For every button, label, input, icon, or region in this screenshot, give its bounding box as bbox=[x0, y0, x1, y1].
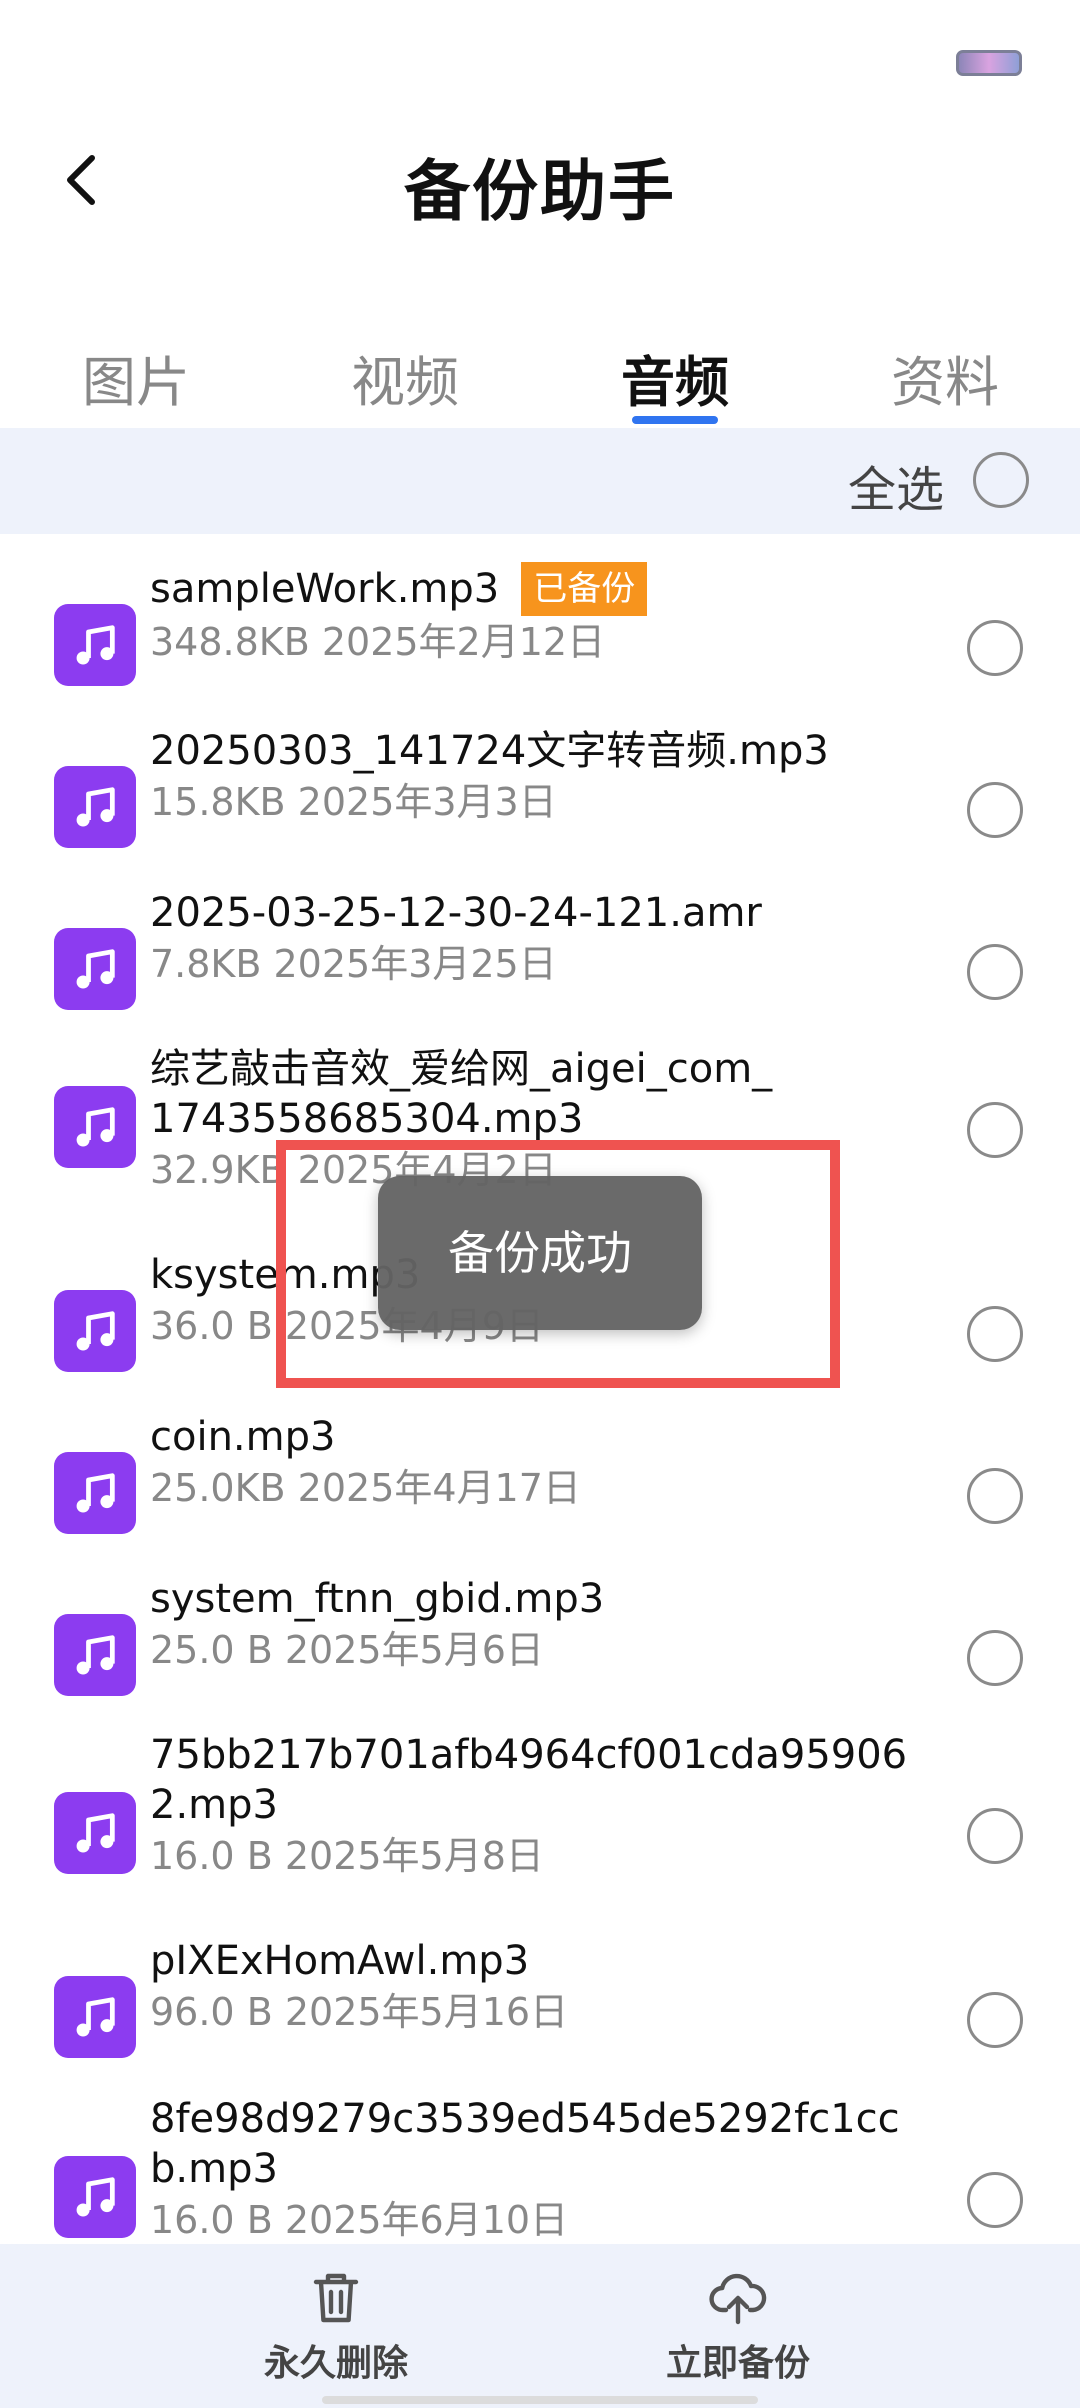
select-all-checkbox[interactable] bbox=[973, 452, 1029, 508]
delete-permanently-label: 永久删除 bbox=[263, 2343, 408, 2384]
music-note-icon bbox=[54, 1614, 136, 1696]
file-meta: 7.8KB 2025年3月25日 bbox=[150, 942, 557, 986]
select-all-bar: 全选 bbox=[0, 428, 1080, 534]
file-meta: 96.0 B 2025年5月16日 bbox=[150, 1990, 569, 2034]
file-meta: 348.8KB 2025年2月12日 bbox=[150, 620, 606, 664]
music-note-icon bbox=[54, 1452, 136, 1534]
tab-documents[interactable]: 资料 bbox=[855, 338, 1035, 417]
backup-now-label: 立即备份 bbox=[665, 2343, 810, 2384]
file-checkbox[interactable] bbox=[967, 1808, 1023, 1864]
tab-audio[interactable]: 音频 bbox=[585, 338, 765, 417]
music-note-icon bbox=[54, 1792, 136, 1874]
file-name: 综艺敲击音效_爱给网_aigei_com_1743558685304.mp3 bbox=[150, 1046, 773, 1142]
tab-images[interactable]: 图片 bbox=[46, 338, 226, 417]
file-name: coin.mp3 bbox=[150, 1414, 336, 1460]
file-checkbox[interactable] bbox=[967, 1102, 1023, 1158]
select-all-label[interactable]: 全选 bbox=[848, 450, 944, 520]
delete-permanently-button[interactable]: 永久删除 bbox=[226, 2270, 446, 2386]
success-toast: 备份成功 bbox=[378, 1176, 702, 1330]
home-indicator bbox=[322, 2396, 758, 2404]
file-meta: 16.0 B 2025年5月8日 bbox=[150, 1834, 544, 1878]
music-note-icon bbox=[54, 928, 136, 1010]
trash-icon bbox=[313, 2273, 359, 2323]
file-name: sampleWork.mp3 bbox=[150, 566, 500, 612]
tab-bar: 图片 视频 音频 资料 bbox=[0, 320, 1080, 430]
page-title: 备份助手 bbox=[404, 153, 676, 230]
file-checkbox[interactable] bbox=[967, 1992, 1023, 2048]
music-note-icon bbox=[54, 1086, 136, 1168]
header: 备份助手 bbox=[0, 120, 1080, 240]
file-checkbox[interactable] bbox=[967, 782, 1023, 838]
backup-now-button[interactable]: 立即备份 bbox=[628, 2270, 848, 2386]
music-note-icon bbox=[54, 1976, 136, 2058]
music-note-icon bbox=[54, 2156, 136, 2238]
file-name: 75bb217b701afb4964cf001cda959062.mp3 bbox=[150, 1732, 908, 1828]
battery-indicator bbox=[956, 50, 1022, 76]
active-tab-indicator bbox=[632, 416, 718, 424]
file-name: 2025-03-25-12-30-24-121.amr bbox=[150, 890, 762, 936]
file-checkbox[interactable] bbox=[967, 620, 1023, 676]
cloud-upload-icon bbox=[709, 2273, 767, 2325]
file-name: system_ftnn_gbid.mp3 bbox=[150, 1576, 605, 1622]
file-checkbox[interactable] bbox=[967, 1306, 1023, 1362]
file-name: pIXExHomAwl.mp3 bbox=[150, 1938, 530, 1984]
tab-videos[interactable]: 视频 bbox=[315, 338, 495, 417]
file-checkbox[interactable] bbox=[967, 944, 1023, 1000]
file-meta: 16.0 B 2025年6月10日 bbox=[150, 2198, 569, 2242]
backed-up-badge: 已备份 bbox=[521, 562, 648, 616]
bottom-action-bar: 永久删除 立即备份 bbox=[0, 2244, 1080, 2408]
file-name: 8fe98d9279c3539ed545de5292fc1ccb.mp3 bbox=[150, 2096, 900, 2192]
music-note-icon bbox=[54, 1290, 136, 1372]
music-note-icon bbox=[54, 766, 136, 848]
music-note-icon bbox=[54, 604, 136, 686]
file-checkbox[interactable] bbox=[967, 1630, 1023, 1686]
file-checkbox[interactable] bbox=[967, 1468, 1023, 1524]
file-meta: 25.0KB 2025年4月17日 bbox=[150, 1466, 581, 1510]
file-meta: 25.0 B 2025年5月6日 bbox=[150, 1628, 544, 1672]
file-name: 20250303_141724文字转音频.mp3 bbox=[150, 728, 829, 774]
file-meta: 15.8KB 2025年3月3日 bbox=[150, 780, 557, 824]
audio-file-list: sampleWork.mp3 已备份 348.8KB 2025年2月12日 202… bbox=[0, 534, 1080, 2244]
file-checkbox[interactable] bbox=[967, 2172, 1023, 2228]
